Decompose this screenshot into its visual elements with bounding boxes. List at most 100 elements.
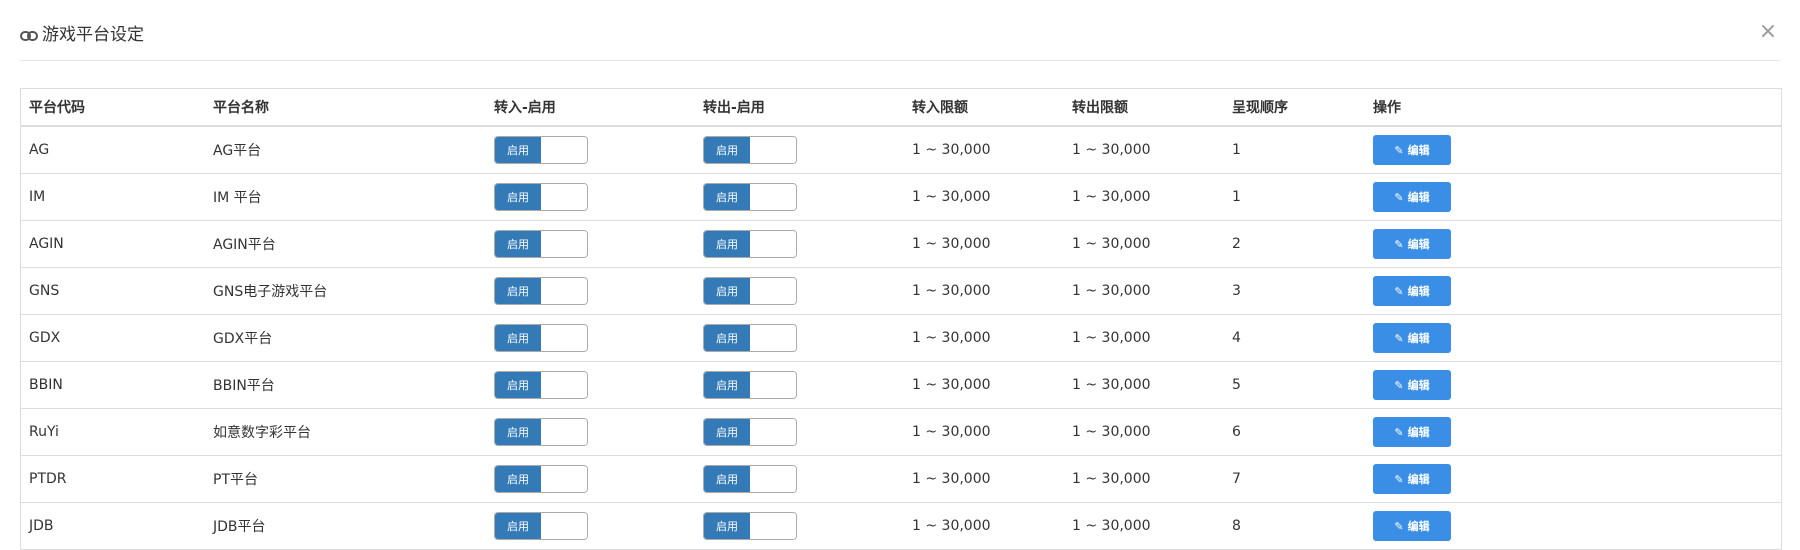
platform-name-cell: PT平台 bbox=[205, 455, 486, 503]
edit-icon: ✎ bbox=[1394, 378, 1404, 392]
transfer-in-toggle-cell: 启用 bbox=[486, 220, 695, 268]
transfer-in-limit: 1 ~ 30,000 bbox=[912, 142, 991, 158]
transfer-out-limit-cell: 1 ~ 30,000 bbox=[1064, 220, 1224, 268]
transfer-out-toggle-cell: 启用 bbox=[695, 220, 904, 268]
edit-button[interactable]: ✎ 编辑 bbox=[1373, 182, 1451, 212]
toggle-handle[interactable] bbox=[750, 137, 796, 163]
platform-name-cell: IM 平台 bbox=[205, 173, 486, 221]
transfer-out-toggle[interactable]: 启用 bbox=[703, 371, 797, 399]
edit-icon: ✎ bbox=[1394, 284, 1404, 298]
edit-button[interactable]: ✎ 编辑 bbox=[1373, 370, 1451, 400]
display-order-cell: 3 bbox=[1224, 267, 1365, 315]
display-order-cell: 6 bbox=[1224, 408, 1365, 456]
toggle-handle[interactable] bbox=[541, 137, 587, 163]
edit-button-label: 编辑 bbox=[1407, 144, 1430, 157]
edit-button-label: 编辑 bbox=[1407, 426, 1430, 439]
edit-button[interactable]: ✎ 编辑 bbox=[1373, 417, 1451, 447]
edit-icon: ✎ bbox=[1394, 331, 1404, 345]
toggle-handle[interactable] bbox=[541, 372, 587, 398]
header-transfer-in-enabled: 转入-启用 bbox=[486, 89, 695, 127]
edit-icon: ✎ bbox=[1394, 472, 1404, 486]
table-row: BBIN BBIN平台 启用 启用 1 ~ 30,000 1 ~ 30,000 … bbox=[21, 361, 1781, 409]
platform-code: BBIN bbox=[29, 377, 63, 393]
transfer-out-toggle[interactable]: 启用 bbox=[703, 465, 797, 493]
transfer-in-limit: 1 ~ 30,000 bbox=[912, 189, 991, 205]
table-body: AG AG平台 启用 启用 1 ~ 30,000 1 ~ 30,000 1 ✎ … bbox=[21, 126, 1781, 549]
edit-button-label: 编辑 bbox=[1407, 332, 1430, 345]
transfer-out-limit: 1 ~ 30,000 bbox=[1072, 471, 1151, 487]
transfer-out-limit-cell: 1 ~ 30,000 bbox=[1064, 267, 1224, 315]
edit-button[interactable]: ✎ 编辑 bbox=[1373, 323, 1451, 353]
platform-name-cell: AGIN平台 bbox=[205, 220, 486, 268]
toggle-handle[interactable] bbox=[750, 278, 796, 304]
edit-button-label: 编辑 bbox=[1407, 473, 1430, 486]
toggle-handle[interactable] bbox=[541, 231, 587, 257]
toggle-handle[interactable] bbox=[750, 513, 796, 539]
transfer-in-toggle[interactable]: 启用 bbox=[494, 183, 588, 211]
header-platform-code: 平台代码 bbox=[21, 89, 205, 127]
toggle-handle[interactable] bbox=[750, 372, 796, 398]
toggle-on-label: 启用 bbox=[495, 278, 541, 304]
toggle-handle[interactable] bbox=[541, 325, 587, 351]
edit-button[interactable]: ✎ 编辑 bbox=[1373, 511, 1451, 541]
toggle-handle[interactable] bbox=[541, 419, 587, 445]
transfer-in-toggle[interactable]: 启用 bbox=[494, 465, 588, 493]
toggle-handle[interactable] bbox=[541, 278, 587, 304]
transfer-out-limit-cell: 1 ~ 30,000 bbox=[1064, 408, 1224, 456]
actions-cell: ✎ 编辑 bbox=[1365, 267, 1781, 315]
transfer-out-toggle[interactable]: 启用 bbox=[703, 230, 797, 258]
transfer-out-toggle[interactable]: 启用 bbox=[703, 277, 797, 305]
transfer-out-toggle[interactable]: 启用 bbox=[703, 418, 797, 446]
toggle-handle[interactable] bbox=[750, 184, 796, 210]
close-icon[interactable]: × bbox=[1756, 20, 1780, 44]
toggle-handle[interactable] bbox=[750, 466, 796, 492]
platform-code-cell: RuYi bbox=[21, 408, 205, 456]
transfer-in-toggle[interactable]: 启用 bbox=[494, 418, 588, 446]
transfer-in-toggle[interactable]: 启用 bbox=[494, 512, 588, 540]
platform-table-container: 平台代码 平台名称 转入-启用 转出-启用 转入限额 转出限额 呈现顺序 操作 … bbox=[20, 88, 1782, 550]
transfer-out-toggle[interactable]: 启用 bbox=[703, 136, 797, 164]
transfer-out-limit-cell: 1 ~ 30,000 bbox=[1064, 173, 1224, 221]
toggle-on-label: 启用 bbox=[704, 231, 750, 257]
transfer-in-toggle[interactable]: 启用 bbox=[494, 230, 588, 258]
transfer-in-limit-cell: 1 ~ 30,000 bbox=[904, 361, 1064, 409]
transfer-out-toggle[interactable]: 启用 bbox=[703, 324, 797, 352]
display-order-cell: 2 bbox=[1224, 220, 1365, 268]
toggle-handle[interactable] bbox=[750, 231, 796, 257]
actions-cell: ✎ 编辑 bbox=[1365, 220, 1781, 268]
transfer-out-toggle[interactable]: 启用 bbox=[703, 512, 797, 540]
toggle-on-label: 启用 bbox=[495, 231, 541, 257]
edit-button[interactable]: ✎ 编辑 bbox=[1373, 229, 1451, 259]
toggle-handle[interactable] bbox=[541, 184, 587, 210]
edit-button[interactable]: ✎ 编辑 bbox=[1373, 464, 1451, 494]
toggle-handle[interactable] bbox=[750, 325, 796, 351]
transfer-in-toggle[interactable]: 启用 bbox=[494, 136, 588, 164]
toggle-on-label: 启用 bbox=[704, 137, 750, 163]
transfer-out-toggle-cell: 启用 bbox=[695, 173, 904, 221]
display-order: 4 bbox=[1232, 330, 1241, 346]
transfer-in-toggle[interactable]: 启用 bbox=[494, 371, 588, 399]
transfer-out-toggle[interactable]: 启用 bbox=[703, 183, 797, 211]
edit-button-label: 编辑 bbox=[1407, 285, 1430, 298]
transfer-in-toggle[interactable]: 启用 bbox=[494, 324, 588, 352]
platform-code: AG bbox=[29, 142, 50, 158]
edit-button-label: 编辑 bbox=[1407, 520, 1430, 533]
platform-code: PTDR bbox=[29, 471, 67, 487]
transfer-out-limit: 1 ~ 30,000 bbox=[1072, 142, 1151, 158]
toggle-handle[interactable] bbox=[541, 513, 587, 539]
transfer-in-toggle[interactable]: 启用 bbox=[494, 277, 588, 305]
modal-title: 游戏平台设定 bbox=[20, 20, 144, 45]
display-order-cell: 8 bbox=[1224, 502, 1365, 549]
edit-button[interactable]: ✎ 编辑 bbox=[1373, 276, 1451, 306]
display-order-cell: 1 bbox=[1224, 126, 1365, 174]
platform-code-cell: PTDR bbox=[21, 455, 205, 503]
table-row: RuYi 如意数字彩平台 启用 启用 1 ~ 30,000 1 ~ 30,000… bbox=[21, 408, 1781, 456]
toggle-handle[interactable] bbox=[541, 466, 587, 492]
toggle-handle[interactable] bbox=[750, 419, 796, 445]
transfer-in-toggle-cell: 启用 bbox=[486, 408, 695, 456]
transfer-in-limit: 1 ~ 30,000 bbox=[912, 471, 991, 487]
transfer-out-limit-cell: 1 ~ 30,000 bbox=[1064, 455, 1224, 503]
platform-name: 如意数字彩平台 bbox=[213, 425, 311, 441]
transfer-in-limit: 1 ~ 30,000 bbox=[912, 330, 991, 346]
edit-button[interactable]: ✎ 编辑 bbox=[1373, 135, 1451, 165]
